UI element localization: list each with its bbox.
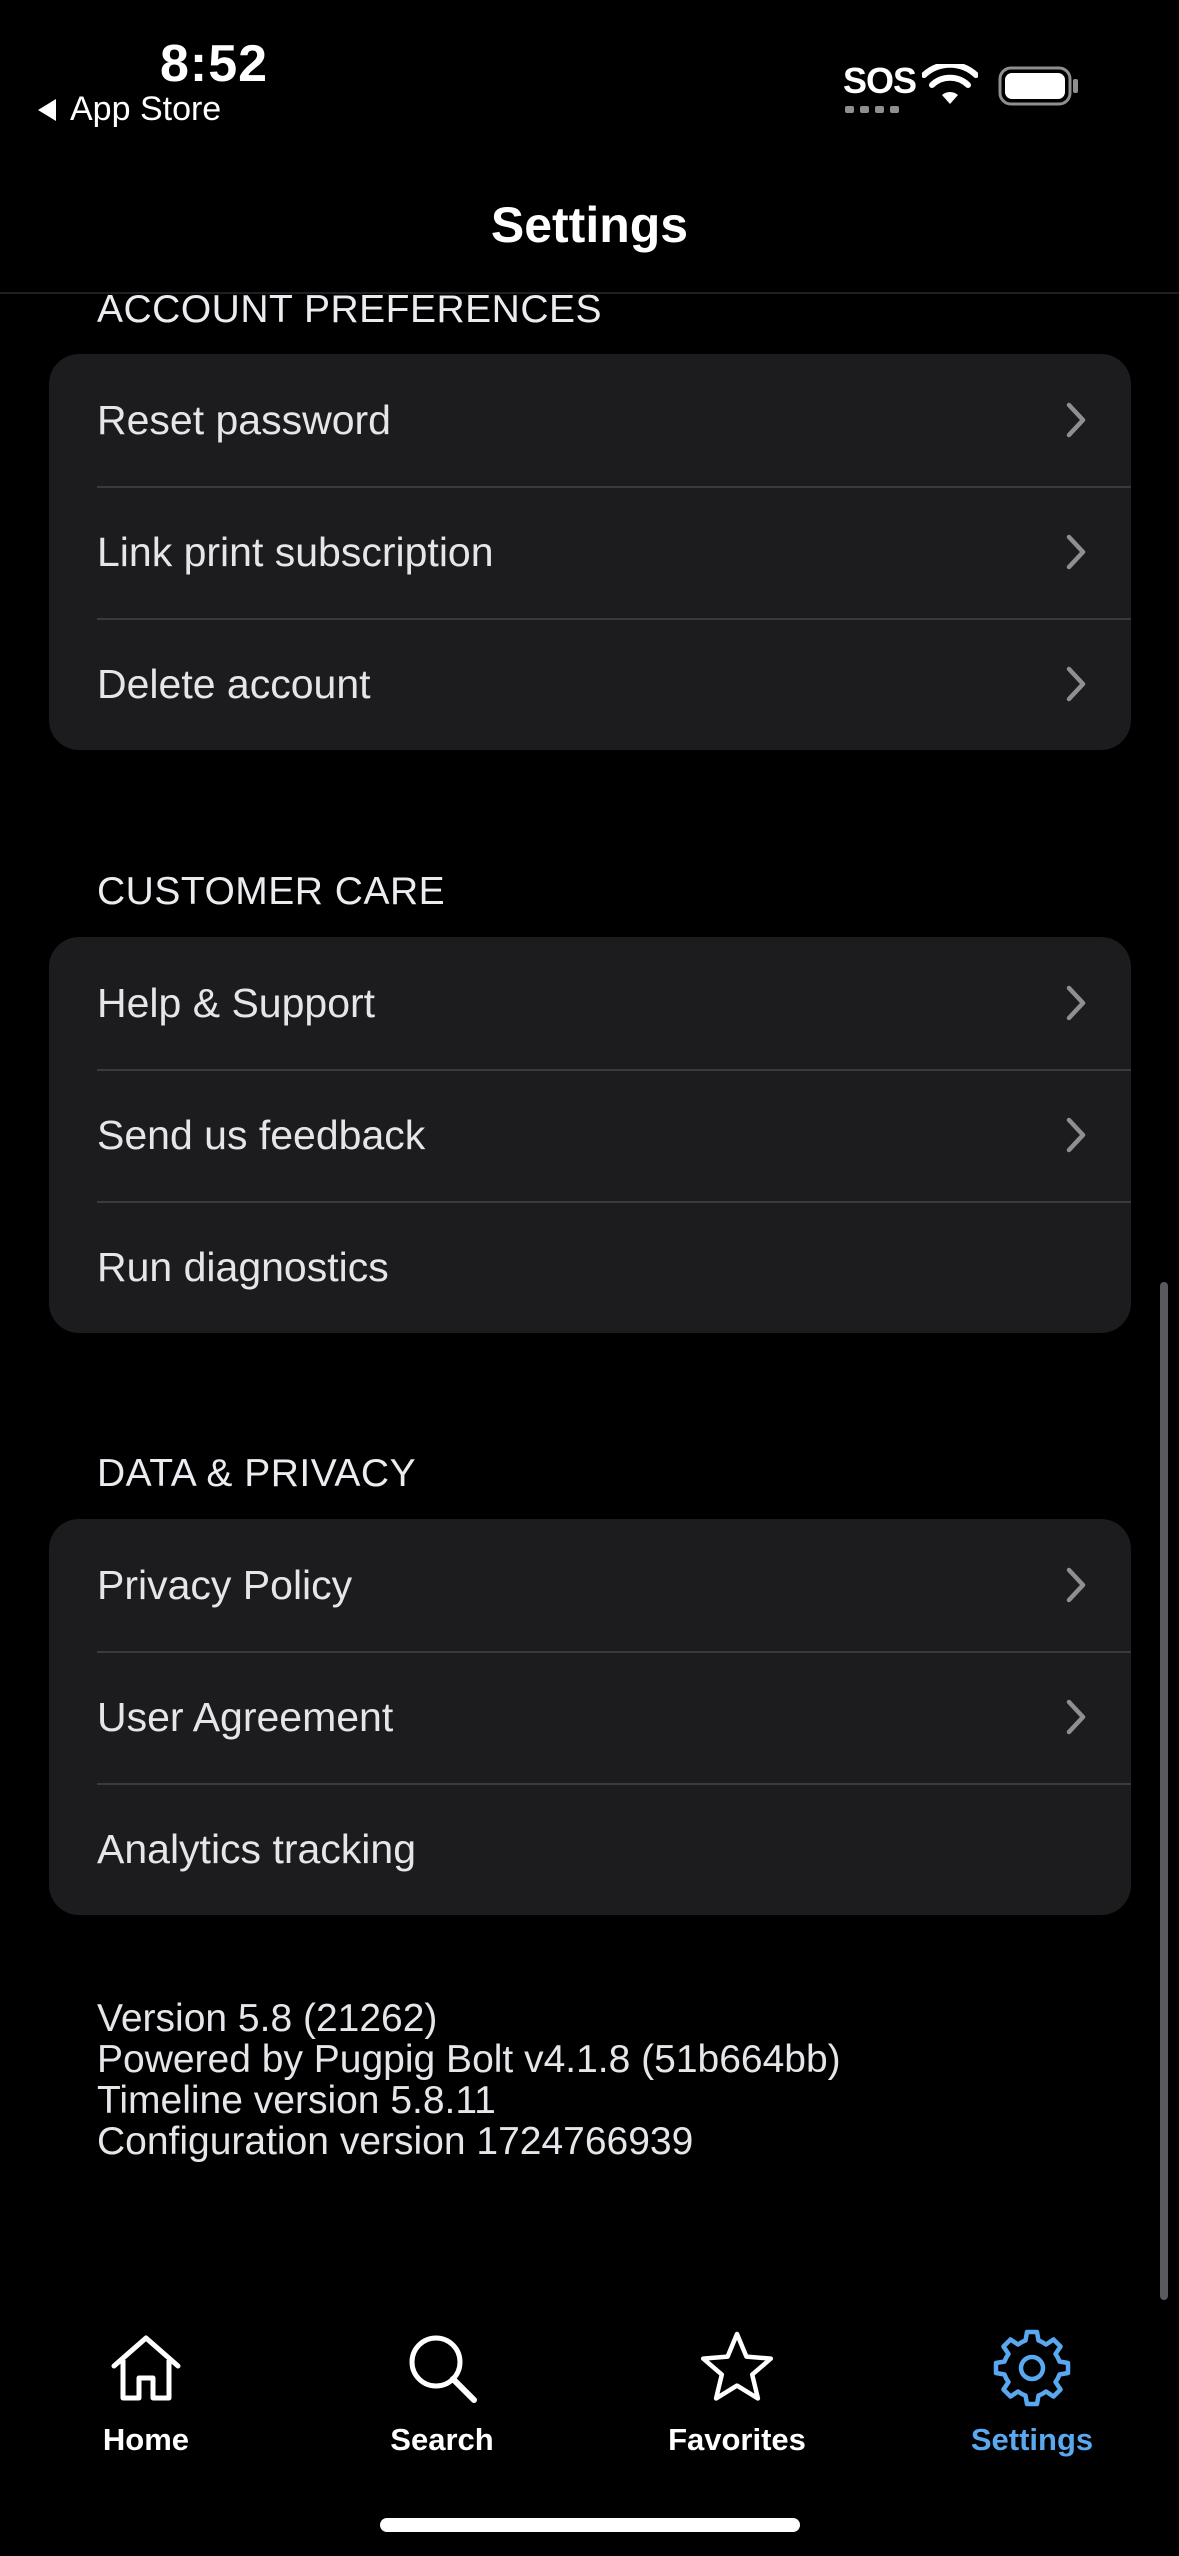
search-icon — [409, 2335, 477, 2403]
row-label: Analytics tracking — [97, 1825, 417, 1872]
chevron-right-icon — [1066, 1117, 1086, 1153]
powered-by-text: Powered by Pugpig Bolt v4.1.8 (51b664bb) — [97, 2038, 841, 2081]
tab-home[interactable]: Home — [36, 2328, 256, 2458]
delete-account-row[interactable]: Delete account — [49, 618, 1131, 750]
user-agreement-row[interactable]: User Agreement — [49, 1651, 1131, 1783]
tab-settings[interactable]: Settings — [922, 2328, 1142, 2458]
scroll-indicator[interactable] — [1160, 1282, 1168, 2300]
star-icon — [700, 2331, 774, 2401]
timeline-version-text: Timeline version 5.8.11 — [97, 2079, 496, 2122]
chevron-right-icon — [1066, 985, 1086, 1021]
tab-favorites[interactable]: Favorites — [627, 2328, 847, 2458]
chevron-right-icon — [1066, 666, 1086, 702]
chevron-right-icon — [1066, 1567, 1086, 1603]
section-header-data-privacy: DATA & PRIVACY — [97, 1452, 417, 1495]
battery-icon — [998, 66, 1078, 106]
gear-icon — [993, 2329, 1071, 2407]
tab-home-label: Home — [102, 2422, 190, 2457]
home-icon — [111, 2335, 181, 2401]
carrier-sos-label: SOS — [843, 60, 917, 101]
version-text: Version 5.8 (21262) — [97, 1997, 438, 2040]
chevron-right-icon — [1066, 534, 1086, 570]
back-triangle-icon — [38, 98, 56, 121]
status-time: 8:52 — [160, 35, 269, 93]
back-app-label: App Store — [70, 90, 222, 128]
tab-favorites-label: Favorites — [668, 2422, 806, 2457]
configuration-version-text: Configuration version 1724766939 — [97, 2120, 694, 2163]
tab-search-label: Search — [390, 2422, 494, 2457]
analytics-tracking-row[interactable]: Analytics tracking — [49, 1783, 1131, 1915]
row-label: Reset password — [97, 396, 391, 443]
tab-settings-label: Settings — [970, 2422, 1094, 2457]
row-label: User Agreement — [97, 1693, 394, 1740]
section-header-account-preferences: ACCOUNT PREFERENCES — [97, 288, 603, 331]
page-title: Settings — [490, 197, 689, 253]
home-indicator[interactable] — [380, 2518, 800, 2532]
chevron-right-icon — [1066, 402, 1086, 438]
customer-care-group: Help & Support Send us feedback Run diag… — [49, 937, 1131, 1333]
signal-dots-icon — [845, 106, 899, 113]
help-support-row[interactable]: Help & Support — [49, 937, 1131, 1069]
send-feedback-row[interactable]: Send us feedback — [49, 1069, 1131, 1201]
row-label: Link print subscription — [97, 528, 494, 575]
back-to-app-store-button[interactable]: App Store — [38, 90, 221, 129]
status-bar: 8:52 App Store SOS — [0, 0, 1179, 160]
privacy-policy-row[interactable]: Privacy Policy — [49, 1519, 1131, 1651]
chevron-right-icon — [1066, 1699, 1086, 1735]
row-label: Send us feedback — [97, 1111, 426, 1158]
account-preferences-group: Reset password Link print subscription D… — [49, 354, 1131, 750]
run-diagnostics-row[interactable]: Run diagnostics — [49, 1201, 1131, 1333]
row-label: Delete account — [97, 660, 371, 707]
reset-password-row[interactable]: Reset password — [49, 354, 1131, 486]
version-info: Version 5.8 (21262) Powered by Pugpig Bo… — [97, 1998, 841, 2162]
row-label: Help & Support — [97, 979, 376, 1026]
row-label: Run diagnostics — [97, 1243, 389, 1290]
row-label: Privacy Policy — [97, 1561, 353, 1608]
data-privacy-group: Privacy Policy User Agreement Analytics … — [49, 1519, 1131, 1915]
tab-search[interactable]: Search — [332, 2328, 552, 2458]
wifi-icon — [922, 64, 978, 104]
section-header-customer-care: CUSTOMER CARE — [97, 870, 446, 913]
link-print-subscription-row[interactable]: Link print subscription — [49, 486, 1131, 618]
